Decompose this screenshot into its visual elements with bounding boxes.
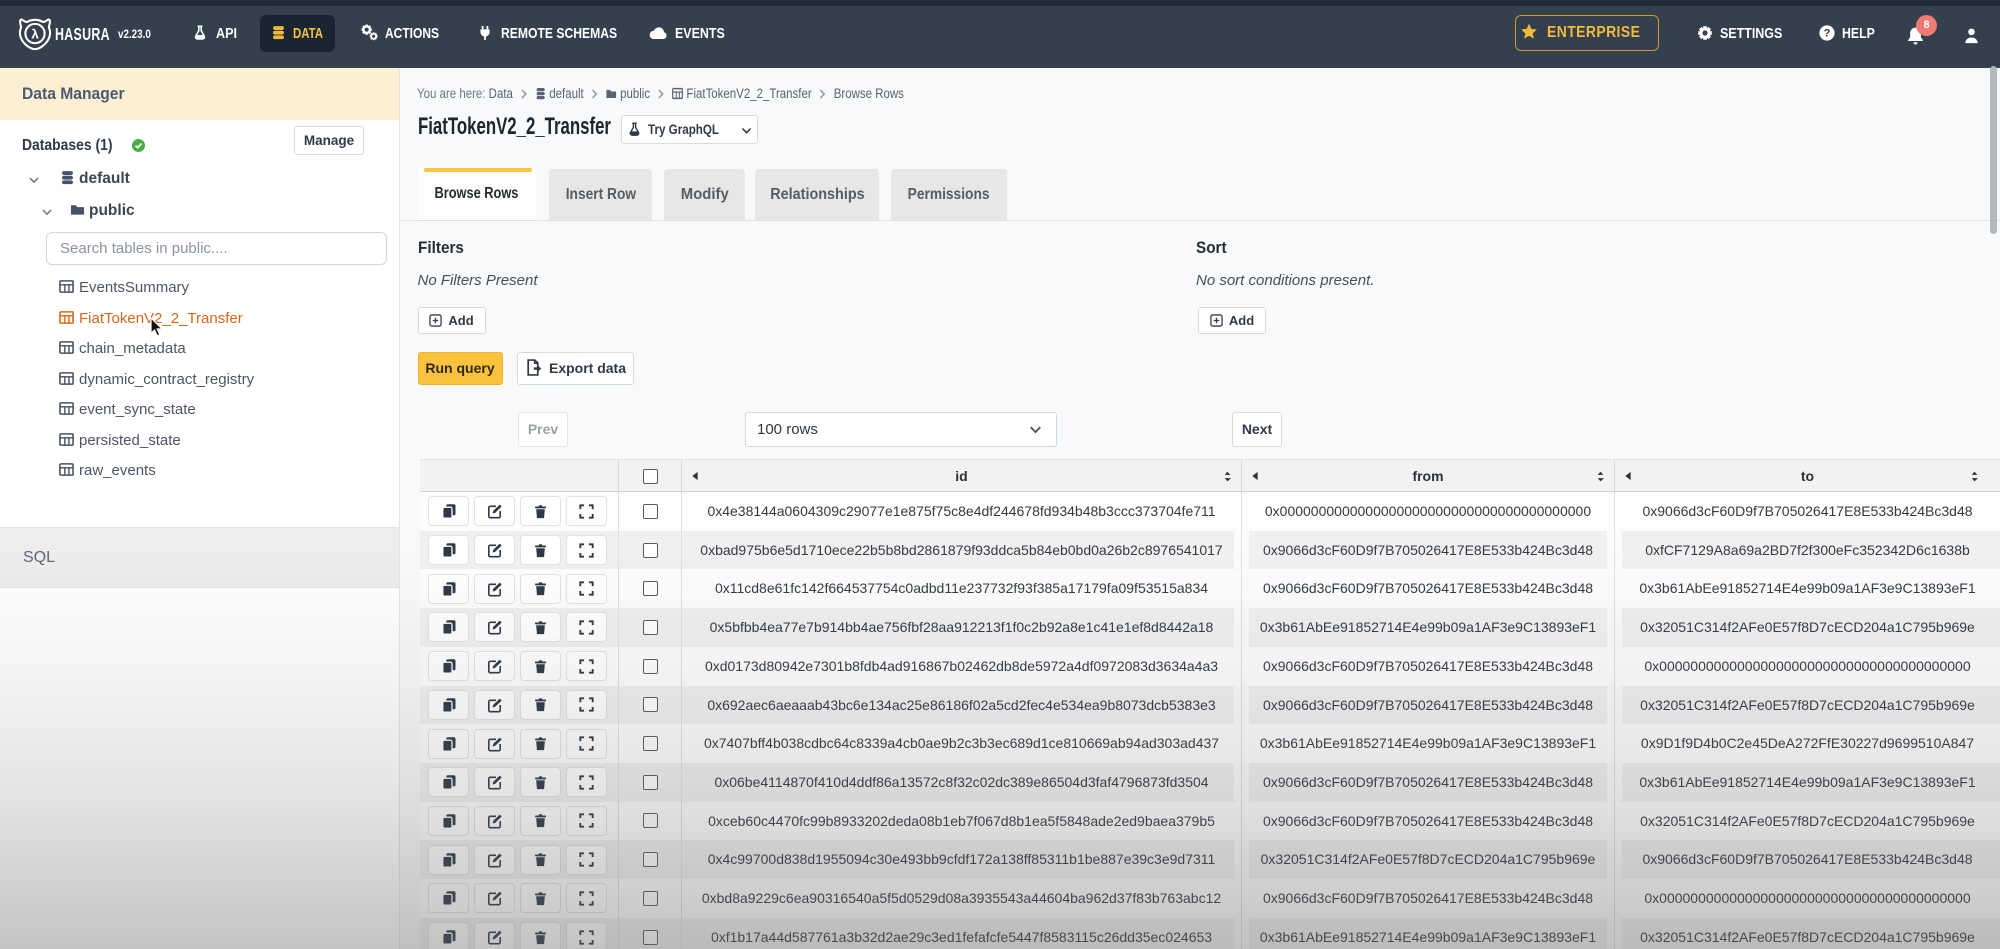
svg-text:?: ? [1824,28,1831,40]
svg-text:λ: λ [31,26,39,41]
